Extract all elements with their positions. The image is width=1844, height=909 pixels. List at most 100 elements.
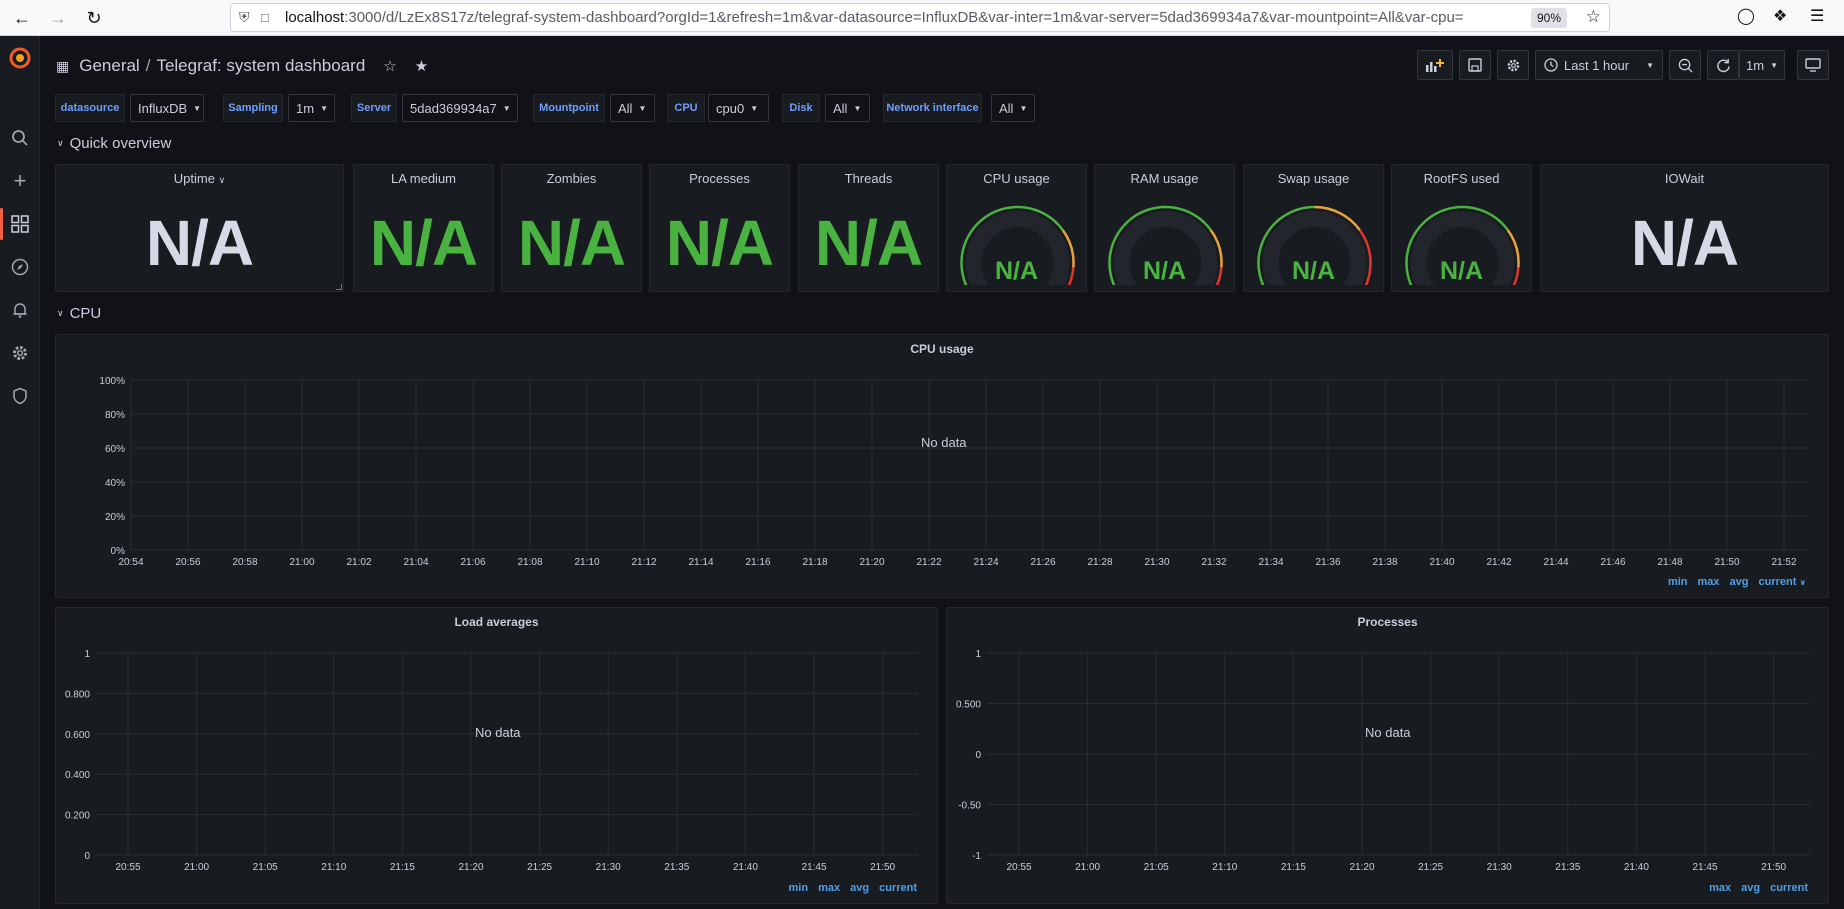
variable-select-disk[interactable]: All ▼ bbox=[825, 94, 870, 122]
chevron-down-icon: ▼ bbox=[638, 103, 647, 113]
plus-icon[interactable]: + bbox=[8, 168, 32, 193]
x-tick-label: 20:58 bbox=[232, 557, 257, 568]
x-tick-label: 21:45 bbox=[801, 862, 826, 873]
breadcrumb-folder[interactable]: General bbox=[79, 56, 139, 76]
x-tick-label: 21:30 bbox=[1144, 557, 1169, 568]
add-panel-button[interactable] bbox=[1417, 50, 1453, 80]
y-tick-label: 0.500 bbox=[956, 700, 981, 711]
extensions-icon[interactable]: ❖ bbox=[1773, 6, 1787, 26]
server-admin-shield-icon[interactable] bbox=[8, 384, 32, 408]
row-cpu[interactable]: ∨ CPU bbox=[57, 305, 101, 322]
refresh-button[interactable] bbox=[1707, 50, 1739, 80]
variable-label-datasource: datasource bbox=[55, 94, 125, 122]
dashboards-icon[interactable] bbox=[0, 208, 32, 240]
clock-icon bbox=[1544, 58, 1558, 72]
panel-title[interactable]: CPU usage bbox=[947, 171, 1086, 186]
panel-la-medium[interactable]: LA medium N/A bbox=[353, 164, 494, 292]
configuration-gear-icon[interactable] bbox=[8, 341, 32, 365]
y-tick-label: 0.800 bbox=[65, 689, 90, 700]
panel-title[interactable]: RAM usage bbox=[1095, 171, 1234, 186]
legend-avg[interactable]: avg bbox=[850, 882, 869, 894]
panel-title[interactable]: LA medium bbox=[354, 171, 493, 186]
x-tick-label: 20:56 bbox=[175, 557, 200, 568]
variable-value: All bbox=[833, 100, 848, 116]
x-tick-label: 21:15 bbox=[1281, 862, 1306, 873]
panel-swap-usage-gauge[interactable]: Swap usage N/A bbox=[1243, 164, 1384, 292]
monitor-icon bbox=[1805, 58, 1821, 72]
tv-mode-button[interactable] bbox=[1797, 50, 1829, 80]
variable-select-network-interface[interactable]: All ▼ bbox=[991, 94, 1035, 122]
panel-cpu-usage-graph[interactable]: CPU usage 100% 80% 60% 40% 20% 0% 20:54 20:56 20… bbox=[55, 334, 1829, 598]
legend-avg[interactable]: avg bbox=[1730, 576, 1749, 588]
alerting-bell-icon[interactable] bbox=[8, 298, 32, 322]
dashboard-settings-button[interactable] bbox=[1497, 50, 1529, 80]
panel-threads[interactable]: Threads N/A bbox=[798, 164, 939, 292]
search-icon[interactable] bbox=[8, 126, 32, 150]
panel-rootfs-used-gauge[interactable]: RootFS used N/A bbox=[1391, 164, 1532, 292]
panel-ram-usage-gauge[interactable]: RAM usage N/A bbox=[1094, 164, 1235, 292]
save-dashboard-button[interactable] bbox=[1459, 50, 1491, 80]
resize-handle[interactable] bbox=[336, 284, 342, 290]
panel-uptime[interactable]: Uptime ∨ N/A bbox=[55, 164, 344, 292]
panel-processes-stat[interactable]: Processes N/A bbox=[649, 164, 790, 292]
favorite-star-icon[interactable]: ☆ bbox=[383, 57, 396, 75]
panel-title[interactable]: Threads bbox=[799, 171, 938, 186]
zoom-level[interactable]: 90% bbox=[1530, 8, 1567, 28]
variable-select-mountpoint[interactable]: All ▼ bbox=[610, 94, 655, 122]
chart-plot[interactable]: 1 0.500 0 -0.50 -1 20:55 21:00 21:05 21:10 21:15 2… bbox=[947, 608, 1830, 883]
variable-value: All bbox=[618, 100, 633, 116]
bookmark-star-icon[interactable]: ☆ bbox=[1586, 7, 1601, 27]
zoom-out-button[interactable] bbox=[1669, 50, 1701, 80]
x-tick-label: 21:16 bbox=[745, 557, 770, 568]
page-info-icon[interactable]: □ bbox=[261, 10, 285, 25]
refresh-icon bbox=[1716, 58, 1730, 72]
grafana-logo-icon[interactable] bbox=[8, 46, 32, 70]
legend-max[interactable]: max bbox=[1709, 882, 1731, 894]
tracking-shield-icon[interactable]: ⛨ bbox=[239, 9, 261, 26]
legend-max[interactable]: max bbox=[818, 882, 840, 894]
x-tick-label: 21:26 bbox=[1030, 557, 1055, 568]
x-tick-label: 21:20 bbox=[458, 862, 483, 873]
row-quick-overview[interactable]: ∨ Quick overview bbox=[57, 135, 171, 152]
refresh-interval-picker[interactable]: 1m ▼ bbox=[1739, 50, 1785, 80]
time-range-picker[interactable]: Last 1 hour ▼ bbox=[1535, 50, 1663, 80]
reload-icon[interactable]: ↻ bbox=[77, 2, 111, 34]
chevron-down-icon: ▼ bbox=[750, 103, 759, 113]
variable-select-cpu[interactable]: cpu0 ▼ bbox=[708, 94, 769, 122]
forward-icon[interactable]: → bbox=[41, 2, 75, 34]
panel-cpu-usage-gauge[interactable]: CPU usage N/A bbox=[946, 164, 1087, 292]
dashboard-title[interactable]: Telegraf: system dashboard bbox=[156, 56, 365, 76]
variable-select-server[interactable]: 5dad369934a7 ▼ bbox=[402, 94, 518, 122]
panel-title[interactable]: RootFS used bbox=[1392, 171, 1531, 186]
panel-load-averages-graph[interactable]: Load averages 1 0.800 0.600 0.400 0.200 0 20:5… bbox=[55, 607, 938, 904]
panel-title[interactable]: Processes bbox=[650, 171, 789, 186]
legend-current[interactable]: current bbox=[1770, 882, 1808, 894]
legend-current[interactable]: current bbox=[879, 882, 917, 894]
url-bar[interactable]: ⛨ □ localhost:3000/d/LzEx8S17z/telegraf-… bbox=[230, 3, 1610, 32]
panel-title[interactable]: IOWait bbox=[1541, 171, 1828, 186]
share-icon[interactable]: ★ bbox=[415, 57, 428, 75]
explore-compass-icon[interactable] bbox=[8, 255, 32, 279]
variable-select-datasource[interactable]: InfluxDB ▼ bbox=[130, 94, 204, 122]
panel-zombies[interactable]: Zombies N/A bbox=[501, 164, 642, 292]
legend-max[interactable]: max bbox=[1698, 576, 1720, 588]
y-tick-label: 0 bbox=[84, 851, 90, 862]
variable-select-sampling[interactable]: 1m ▼ bbox=[288, 94, 335, 122]
legend-min[interactable]: min bbox=[789, 882, 809, 894]
menu-icon[interactable]: ☰ bbox=[1810, 6, 1824, 26]
panel-processes-graph[interactable]: Processes 1 0.500 0 -0.50 -1 20:55 21:00 21:05 2… bbox=[946, 607, 1829, 904]
panel-title[interactable]: Swap usage bbox=[1244, 171, 1383, 186]
pocket-icon[interactable]: ◯ bbox=[1737, 6, 1755, 26]
row-title-text: Quick overview bbox=[69, 135, 172, 152]
panel-iowait[interactable]: IOWait N/A bbox=[1540, 164, 1829, 292]
y-tick-label: 1 bbox=[84, 649, 90, 660]
back-icon[interactable]: ← bbox=[5, 2, 39, 34]
legend-avg[interactable]: avg bbox=[1741, 882, 1760, 894]
legend-min[interactable]: min bbox=[1668, 576, 1688, 588]
chart-plot[interactable]: 100% 80% 60% 40% 20% 0%20:54 20:56 20:58 21:00 21… bbox=[56, 335, 1830, 570]
legend-current[interactable]: current ∨ bbox=[1759, 576, 1806, 588]
panel-title[interactable]: Uptime ∨ bbox=[56, 171, 343, 186]
chart-plot[interactable]: 1 0.800 0.600 0.400 0.200 0 20:55 21:00 21:05 21:… bbox=[56, 608, 939, 883]
panel-title[interactable]: Zombies bbox=[502, 171, 641, 186]
y-tick-label: 0 bbox=[975, 750, 981, 761]
